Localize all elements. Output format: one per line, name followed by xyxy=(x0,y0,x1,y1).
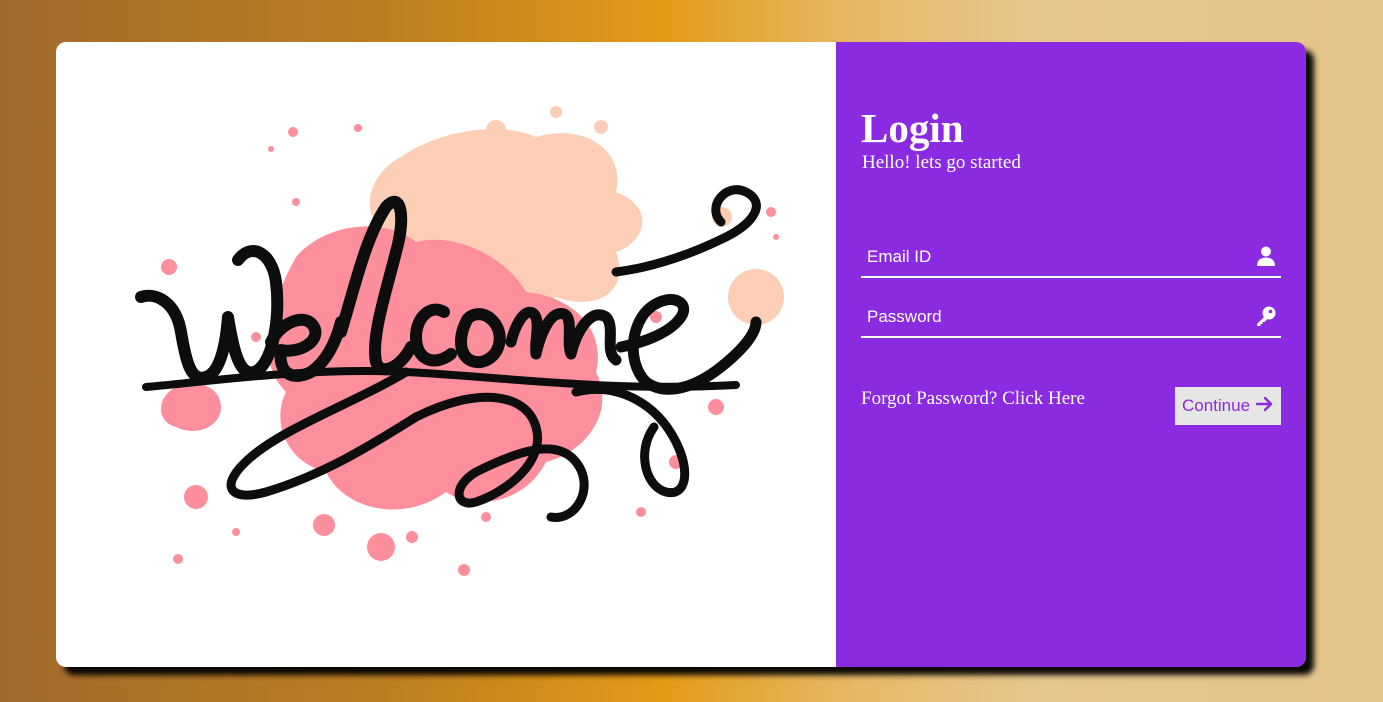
continue-button-label: Continue xyxy=(1181,396,1251,415)
welcome-illustration xyxy=(135,106,784,576)
user-icon xyxy=(1255,245,1277,267)
key-icon xyxy=(1255,305,1277,327)
welcome-image-panel xyxy=(56,42,836,667)
continue-button[interactable]: Continue xyxy=(1175,387,1281,425)
arrow-right-icon xyxy=(1255,396,1274,417)
password-field-group xyxy=(861,298,1281,338)
login-card: Login Hello! lets go started Forgot xyxy=(56,42,1306,667)
email-field-group xyxy=(861,238,1281,278)
login-panel: Login Hello! lets go started Forgot xyxy=(836,42,1306,667)
forgot-password-link[interactable]: Forgot Password? Click Here xyxy=(861,388,1085,410)
password-input[interactable] xyxy=(861,298,1247,336)
login-subtitle: Hello! lets go started xyxy=(862,152,1021,173)
email-input[interactable] xyxy=(861,238,1247,276)
login-title: Login xyxy=(861,105,964,151)
